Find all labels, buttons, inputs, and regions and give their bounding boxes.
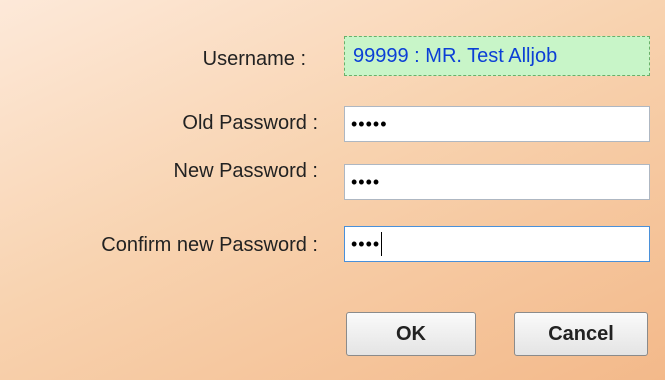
cancel-button[interactable]: Cancel bbox=[514, 312, 648, 356]
username-label: Username : bbox=[202, 48, 306, 70]
confirm-password-label: Confirm new Password : bbox=[101, 234, 318, 256]
old-password-field[interactable]: ••••• bbox=[344, 106, 650, 142]
ok-button[interactable]: OK bbox=[346, 312, 476, 356]
new-password-label: New Password : bbox=[173, 160, 319, 182]
confirm-password-field[interactable]: •••• bbox=[344, 226, 650, 262]
text-caret bbox=[381, 232, 383, 256]
new-password-value: •••• bbox=[351, 171, 381, 192]
new-password-field[interactable]: •••• bbox=[344, 164, 650, 200]
old-password-value: ••••• bbox=[351, 113, 388, 134]
username-display: 99999 : MR. Test Alljob bbox=[344, 36, 650, 76]
change-password-dialog: Username : 99999 : MR. Test Alljob Old P… bbox=[0, 0, 665, 380]
confirm-password-value: •••• bbox=[351, 233, 381, 254]
old-password-label: Old Password : bbox=[182, 112, 318, 134]
